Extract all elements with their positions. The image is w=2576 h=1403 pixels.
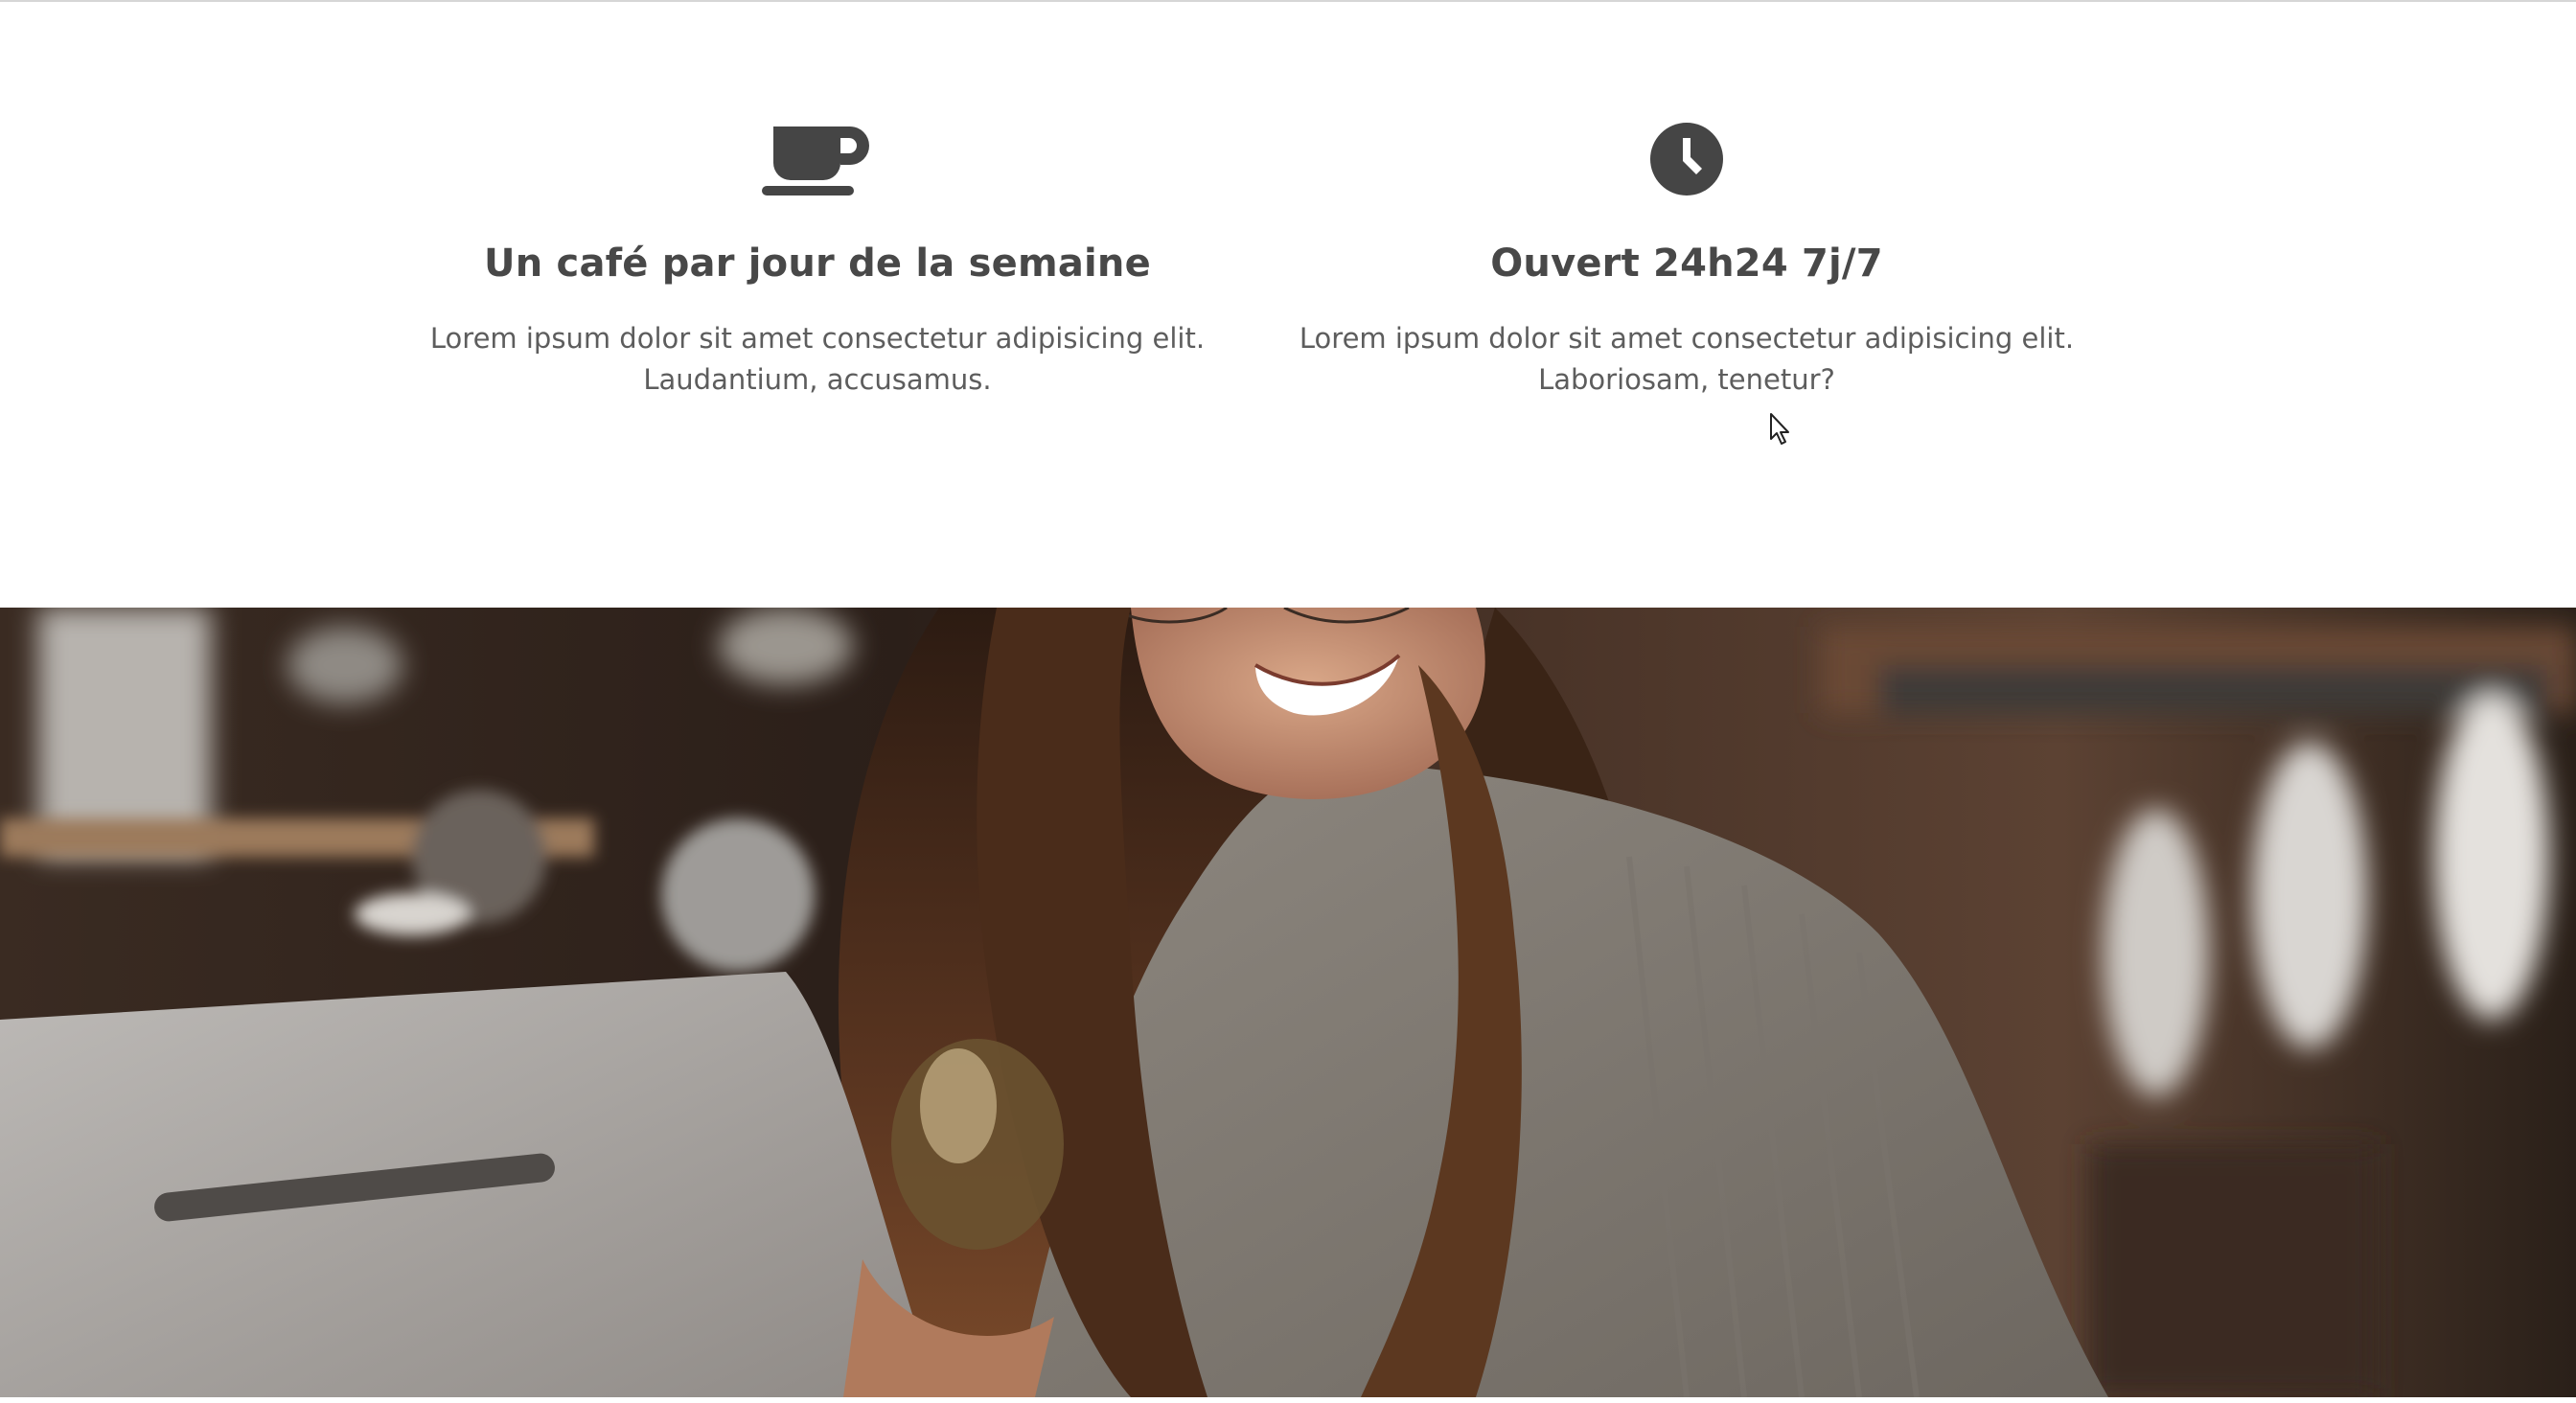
feature-title: Ouvert 24h24 7j/7: [1490, 242, 1883, 286]
feature-text-line: Laboriosam, tenetur?: [1538, 363, 1835, 396]
feature-coffee: Un café par jour de la semaine Lorem ips…: [425, 119, 1210, 401]
feature-text-line: Lorem ipsum dolor sit amet consectetur a…: [429, 322, 1206, 355]
clock-icon: [1650, 123, 1723, 196]
feature-description: Lorem ipsum dolor sit amet consectetur a…: [425, 318, 1210, 401]
feature-text-line: Lorem ipsum dolor sit amet consectetur a…: [1299, 322, 2075, 355]
feature-description: Lorem ipsum dolor sit amet consectetur a…: [1294, 318, 2080, 401]
hero-photo: [0, 608, 2576, 1397]
page: Un café par jour de la semaine Lorem ips…: [0, 0, 2576, 1403]
features-section: Un café par jour de la semaine Lorem ips…: [0, 0, 2576, 608]
coffee-cup-icon: [762, 126, 869, 196]
mouse-cursor-icon: [1770, 413, 1789, 445]
barista-woman-smiling-photo: [0, 608, 2576, 1397]
feature-hours: Ouvert 24h24 7j/7 Lorem ipsum dolor sit …: [1294, 119, 2080, 401]
feature-title: Un café par jour de la semaine: [484, 242, 1151, 286]
feature-text-line: Laudantium, accusamus.: [643, 363, 992, 396]
